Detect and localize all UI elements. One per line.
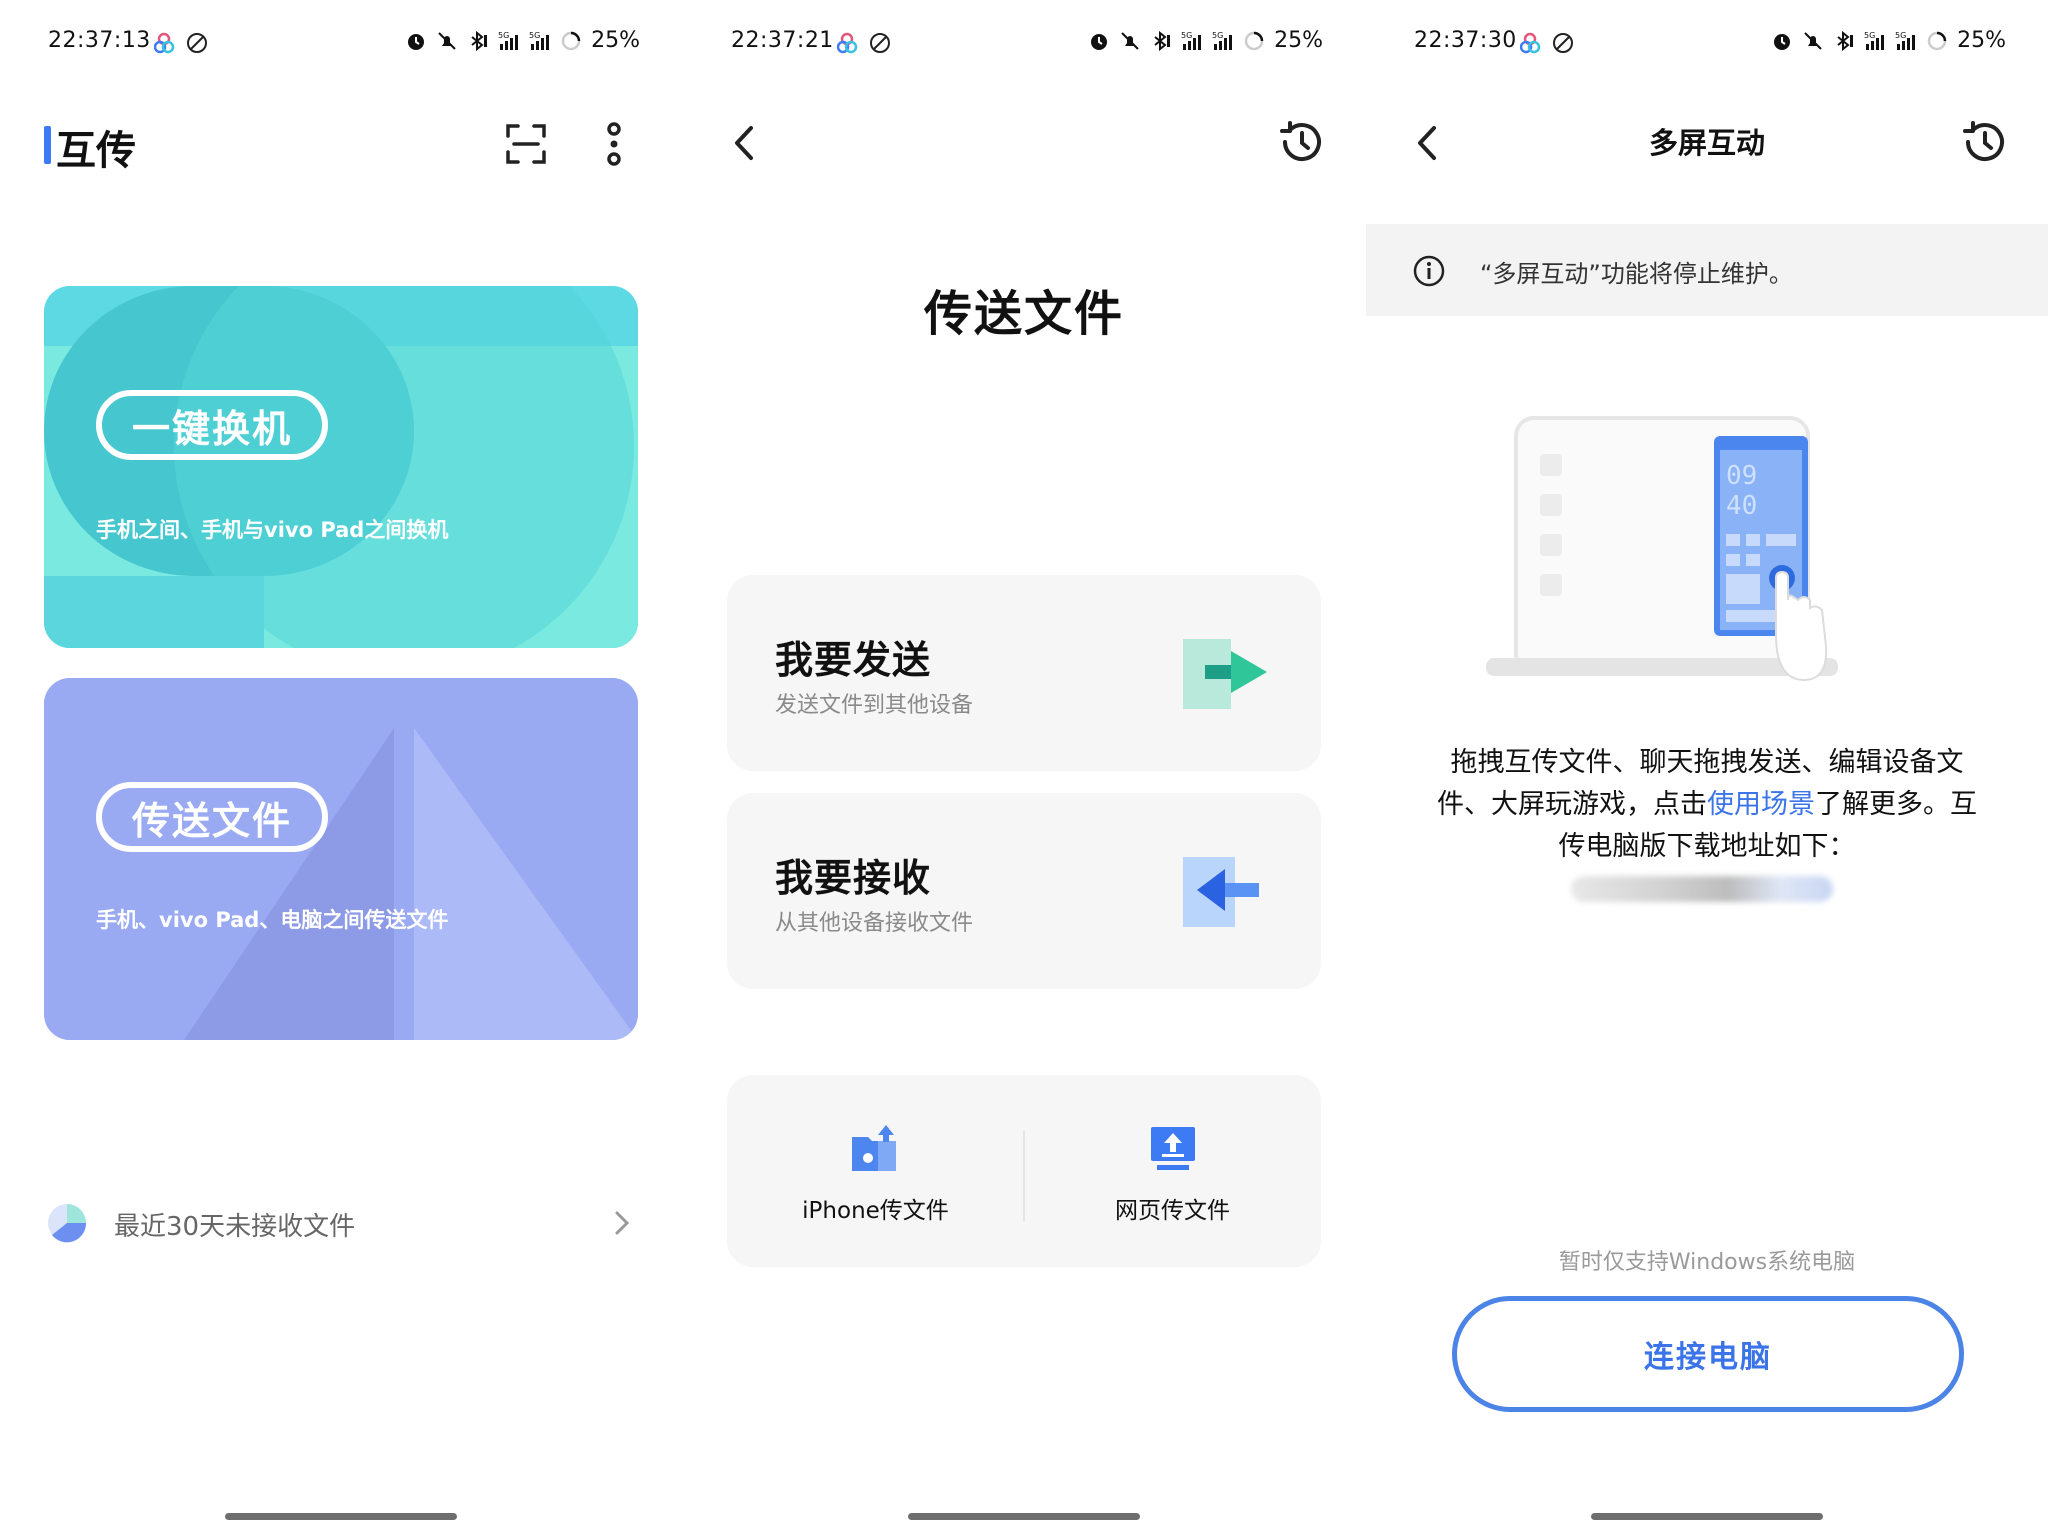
recent-files-label: 最近30天未接收文件 — [114, 1212, 356, 1242]
back-icon[interactable] — [725, 120, 765, 166]
home-indicator[interactable] — [908, 1513, 1140, 1520]
status-right-icons: 5G 5G 25% — [1088, 28, 1323, 53]
page-title: 互传 — [56, 128, 136, 174]
illustration-clock-hours: 09 — [1726, 461, 1757, 491]
status-bar: 22:37:13 5G 5G 25% — [0, 26, 682, 60]
send-files-subtitle: 手机、vivo Pad、电脑之间传送文件 — [96, 908, 449, 932]
svg-text:5G: 5G — [498, 31, 509, 40]
notice-text: “多屏互动”功能将停止维护。 — [1480, 260, 1793, 288]
svg-text:5G: 5G — [1181, 31, 1192, 40]
card-send-files[interactable]: 传送文件 手机、vivo Pad、电脑之间传送文件 — [44, 678, 638, 1040]
bluetooth-icon — [471, 30, 488, 51]
signal-5g-icon: 5G — [498, 31, 519, 50]
card-phone-clone[interactable]: 一键换机 手机之间、手机与vivo Pad之间换机 — [44, 286, 638, 648]
alarm-icon — [1774, 33, 1791, 50]
alarm-icon — [408, 33, 425, 50]
card-decoration — [44, 286, 638, 648]
status-time: 22:37:21 — [731, 28, 834, 53]
iphone-folder-icon — [851, 1125, 896, 1171]
phone-clone-label: 一键换机 — [96, 390, 328, 460]
svg-text:5G: 5G — [529, 31, 540, 40]
screen-multi-screen: 22:37:30 5G 5G 25% 多屏互动 “多屏互动”功能将停止维护。 0… — [1366, 0, 2048, 1536]
chevron-right-icon — [615, 1211, 630, 1235]
home-indicator[interactable] — [1591, 1513, 1823, 1520]
battery-ring-icon — [1927, 31, 1947, 50]
notification-icons — [837, 32, 890, 54]
phone-clone-subtitle: 手机之间、手机与vivo Pad之间换机 — [96, 518, 449, 542]
web-upload-icon — [1150, 1127, 1195, 1170]
scan-icon[interactable] — [504, 122, 548, 166]
multi-screen-illustration: 09 40 — [1486, 416, 1838, 682]
signal-5g-2-icon: 5G — [1895, 31, 1916, 50]
web-transfer-button[interactable]: 网页传文件 — [1024, 1075, 1321, 1267]
receive-option-card[interactable]: 我要接收 从其他设备接收文件 — [727, 793, 1321, 989]
status-right-icons: 5G 5G 25% — [405, 28, 640, 53]
battery-level: 25% — [1274, 28, 1323, 53]
usage-scenarios-link[interactable]: 使用场景 — [1707, 789, 1815, 820]
iphone-transfer-label: iPhone传文件 — [802, 1198, 949, 1224]
pie-icon — [48, 1204, 87, 1243]
description: 拖拽互传文件、聊天拖拽发送、编辑设备文件、大屏玩游戏，点击使用场景了解更多。互传… — [1436, 742, 1978, 868]
send-files-label: 传送文件 — [96, 782, 328, 852]
bluetooth-icon — [1154, 30, 1171, 51]
screen-send-files: 22:37:21 5G 5G 25% 传送文件 我要发送 发送文件到其他设备 我… — [683, 0, 1365, 1536]
send-arrow-icon — [1183, 639, 1267, 709]
receive-arrow-icon — [1183, 857, 1259, 927]
recent-unreceived-files[interactable]: 最近30天未接收文件 — [44, 1198, 638, 1250]
other-transfer-methods: iPhone传文件 网页传文件 — [727, 1075, 1321, 1267]
info-icon — [1413, 255, 1445, 287]
iphone-transfer-button[interactable]: iPhone传文件 — [727, 1075, 1024, 1267]
signal-5g-icon: 5G — [1864, 31, 1885, 50]
signal-5g-2-icon: 5G — [1212, 31, 1233, 50]
battery-level: 25% — [1957, 28, 2006, 53]
signal-5g-2-icon: 5G — [529, 31, 550, 50]
page-title: 传送文件 — [923, 286, 1124, 342]
status-bar: 22:37:21 5G 5G 25% — [683, 26, 1365, 60]
history-icon[interactable] — [1960, 118, 2008, 166]
title-accent-mark — [44, 126, 51, 164]
mute-icon — [438, 31, 456, 50]
svg-text:5G: 5G — [1895, 31, 1906, 40]
web-transfer-label: 网页传文件 — [1115, 1198, 1230, 1224]
svg-text:5G: 5G — [1212, 31, 1223, 40]
mute-icon — [1121, 31, 1139, 50]
send-option-card[interactable]: 我要发送 发送文件到其他设备 — [727, 575, 1321, 771]
connect-computer-button[interactable]: 连接电脑 — [1452, 1296, 1964, 1412]
svg-text:5G: 5G — [1864, 31, 1875, 40]
bluetooth-icon — [1837, 30, 1854, 51]
screen-home: 22:37:13 5G 5G 25% 互传 一键换机 手机之间、手机与vivo … — [0, 0, 682, 1536]
history-icon[interactable] — [1277, 118, 1325, 166]
alarm-icon — [1091, 33, 1108, 50]
mute-icon — [1804, 31, 1822, 50]
notification-icons — [154, 32, 207, 54]
battery-ring-icon — [1244, 31, 1264, 50]
send-option-title: 我要发送 — [775, 638, 932, 682]
send-option-subtitle: 发送文件到其他设备 — [775, 693, 974, 718]
battery-level: 25% — [591, 28, 640, 53]
receive-option-title: 我要接收 — [775, 856, 932, 900]
home-indicator[interactable] — [225, 1513, 457, 1520]
status-time: 22:37:30 — [1414, 28, 1517, 53]
signal-5g-icon: 5G — [1181, 31, 1202, 50]
windows-only-note: 暂时仅支持Windows系统电脑 — [1558, 1250, 1856, 1275]
status-right-icons: 5G 5G 25% — [1771, 28, 2006, 53]
notification-icons — [1520, 32, 1573, 54]
download-address-redacted — [1571, 876, 1833, 902]
status-bar: 22:37:30 5G 5G 25% — [1366, 26, 2048, 60]
status-time: 22:37:13 — [48, 28, 151, 53]
page-title: 多屏互动 — [1648, 126, 1765, 160]
illustration-clock-minutes: 40 — [1726, 491, 1757, 521]
receive-option-subtitle: 从其他设备接收文件 — [775, 911, 974, 936]
battery-ring-icon — [561, 31, 581, 50]
maintenance-notice: “多屏互动”功能将停止维护。 — [1366, 224, 2048, 316]
card-decoration — [44, 678, 638, 1040]
more-icon[interactable] — [592, 122, 636, 166]
